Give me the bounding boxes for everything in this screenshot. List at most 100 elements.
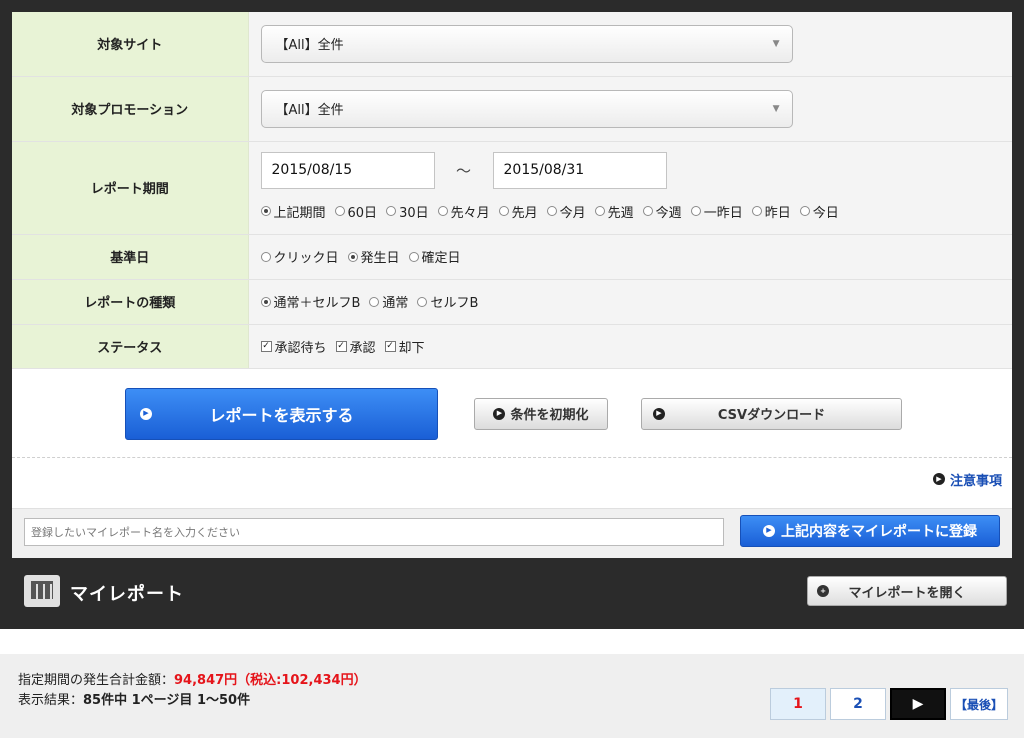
radio-button[interactable] <box>347 251 358 262</box>
notice-link[interactable]: ▶ 注意事項 <box>932 470 1002 489</box>
result-label: 表示結果： <box>18 693 84 708</box>
report-type-option[interactable]: 通常＋セルフB <box>260 292 360 311</box>
promotion-select[interactable]: 【All】全件 ▼ <box>260 89 793 128</box>
period-option[interactable]: 昨日 <box>751 202 791 221</box>
result-count-line: 表示結果：85件中 1ページ目 1〜50件 <box>18 689 250 708</box>
promotion-select-value: 【All】全件 <box>275 103 344 118</box>
period-option[interactable]: 先月 <box>498 202 538 221</box>
period-options: 上記期間 60日 30日 先々月 先月 今月 先週 今週 一昨日 昨日 今日 <box>260 202 1013 221</box>
period-option[interactable]: 一昨日 <box>690 202 743 221</box>
status-options: ✓ 承認待ち ✓ 承認 ✓ 却下 <box>260 337 1013 356</box>
plus-circle-icon: + <box>817 585 829 597</box>
table-icon <box>24 575 60 607</box>
show-report-button[interactable]: ▶ レポートを表示する <box>125 387 438 440</box>
period-option[interactable]: 上記期間 <box>260 202 326 221</box>
radio-button[interactable] <box>260 206 271 216</box>
myreport-name-input[interactable]: 登録したいマイレポート名を入力ください <box>24 517 724 546</box>
report-type-option-label: 通常 <box>382 296 409 311</box>
report-form: 対象サイト 【All】全件 ▼ 対象プロモーション 【All】全件 ▼ レポート… <box>12 12 1012 558</box>
checkbox[interactable]: ✓ <box>335 340 347 352</box>
base-date-option[interactable]: クリック日 <box>260 247 339 266</box>
save-myreport-row: 登録したいマイレポート名を入力ください ▶ 上記内容をマイレポートに登録 <box>12 507 1012 558</box>
base-date-option-label: クリック日 <box>273 251 339 266</box>
period-option-label: 今月 <box>559 205 586 221</box>
base-date-option[interactable]: 確定日 <box>408 247 461 266</box>
radio-button[interactable] <box>498 206 509 216</box>
reset-button[interactable]: ▶ 条件を初期化 <box>474 397 608 430</box>
save-myreport-button[interactable]: ▶ 上記内容をマイレポートに登録 <box>740 514 1000 547</box>
period-option-label: 先月 <box>511 205 538 221</box>
csv-download-button[interactable]: ▶ CSVダウンロード <box>641 397 902 430</box>
period-option-label: 上記期間 <box>273 205 326 221</box>
period-option-label: 60日 <box>347 205 378 221</box>
report-type-label: レポートの種類 <box>12 279 249 325</box>
radio-button[interactable] <box>437 206 448 216</box>
arrow-right-circle-icon: ▶ <box>140 407 152 420</box>
checkbox[interactable]: ✓ <box>384 340 396 352</box>
base-date-options: クリック日 発生日 確定日 <box>260 247 1013 266</box>
total-amount-line: 指定期間の発生合計金額：94,847円（税込:102,434円） <box>18 669 367 688</box>
radio-button[interactable] <box>260 251 271 262</box>
checkbox[interactable]: ✓ <box>260 340 272 352</box>
site-select[interactable]: 【All】全件 ▼ <box>260 24 793 63</box>
base-date-option-label: 確定日 <box>421 251 461 266</box>
report-type-options: 通常＋セルフB 通常 セルフB <box>260 292 1013 311</box>
period-label: レポート期間 <box>12 141 249 235</box>
radio-button[interactable] <box>408 251 419 262</box>
radio-button[interactable] <box>690 206 701 216</box>
end-date-input[interactable]: 2015/08/31 <box>492 151 667 189</box>
period-option[interactable]: 今日 <box>799 202 839 221</box>
period-option-label: 今週 <box>655 205 682 221</box>
period-option-label: 昨日 <box>764 205 791 221</box>
base-date-option[interactable]: 発生日 <box>347 247 400 266</box>
last-page-link[interactable]: 【最後】 <box>950 688 1008 720</box>
page-1-button[interactable]: 1 <box>770 688 826 720</box>
period-option-label: 一昨日 <box>703 205 743 221</box>
total-amount-value: 94,847円（税込:102,434円） <box>174 673 367 688</box>
report-type-option[interactable]: セルフB <box>417 292 478 311</box>
chevron-down-icon: ▼ <box>772 103 780 114</box>
status-option-label: 却下 <box>398 340 425 356</box>
status-option[interactable]: ✓ 承認待ち <box>260 337 327 356</box>
radio-button[interactable] <box>334 206 345 216</box>
show-report-label: レポートを表示する <box>209 405 354 425</box>
action-buttons: ▶ レポートを表示する ▶ 条件を初期化 ▶ CSVダウンロード <box>12 368 1012 457</box>
period-option-label: 先週 <box>607 205 634 221</box>
page-2-button[interactable]: 2 <box>830 688 886 720</box>
radio-button[interactable] <box>751 206 762 216</box>
radio-button[interactable] <box>642 206 653 216</box>
period-option[interactable]: 先々月 <box>437 202 490 221</box>
status-option[interactable]: ✓ 承認 <box>335 337 376 356</box>
period-option[interactable]: 30日 <box>386 202 429 221</box>
radio-button[interactable] <box>417 296 428 307</box>
radio-button[interactable] <box>260 296 271 307</box>
notice-label: 注意事項 <box>949 473 1002 489</box>
promotion-label: 対象プロモーション <box>12 76 249 142</box>
status-label: ステータス <box>12 324 249 369</box>
radio-button[interactable] <box>386 206 397 216</box>
condition-table: 対象サイト 【All】全件 ▼ 対象プロモーション 【All】全件 ▼ レポート… <box>12 12 1012 369</box>
period-option-label: 今日 <box>812 205 839 221</box>
radio-button[interactable] <box>799 206 810 216</box>
period-option[interactable]: 先週 <box>594 202 634 221</box>
open-myreport-button[interactable]: + マイレポートを開く <box>807 576 1007 606</box>
period-option[interactable]: 今週 <box>642 202 682 221</box>
myreport-title: マイレポート <box>70 584 184 605</box>
myreport-header: マイレポート + マイレポートを開く <box>12 561 1012 621</box>
period-option[interactable]: 今月 <box>546 202 586 221</box>
site-label: 対象サイト <box>12 12 249 77</box>
chevron-down-icon: ▼ <box>772 38 780 49</box>
radio-button[interactable] <box>369 296 380 307</box>
radio-button[interactable] <box>594 206 605 216</box>
summary-bar: 指定期間の発生合計金額：94,847円（税込:102,434円） 表示結果：85… <box>0 654 1024 738</box>
base-date-option-label: 発生日 <box>360 251 400 266</box>
report-type-option[interactable]: 通常 <box>369 292 408 311</box>
start-date-input[interactable]: 2015/08/15 <box>260 151 435 189</box>
next-page-button[interactable]: ▶ <box>890 688 946 720</box>
site-select-value: 【All】全件 <box>275 38 344 54</box>
csv-download-label: CSVダウンロード <box>717 408 826 423</box>
radio-button[interactable] <box>546 206 557 216</box>
status-option[interactable]: ✓ 却下 <box>384 337 425 356</box>
period-option[interactable]: 60日 <box>334 202 378 221</box>
report-type-option-label: セルフB <box>430 296 479 311</box>
